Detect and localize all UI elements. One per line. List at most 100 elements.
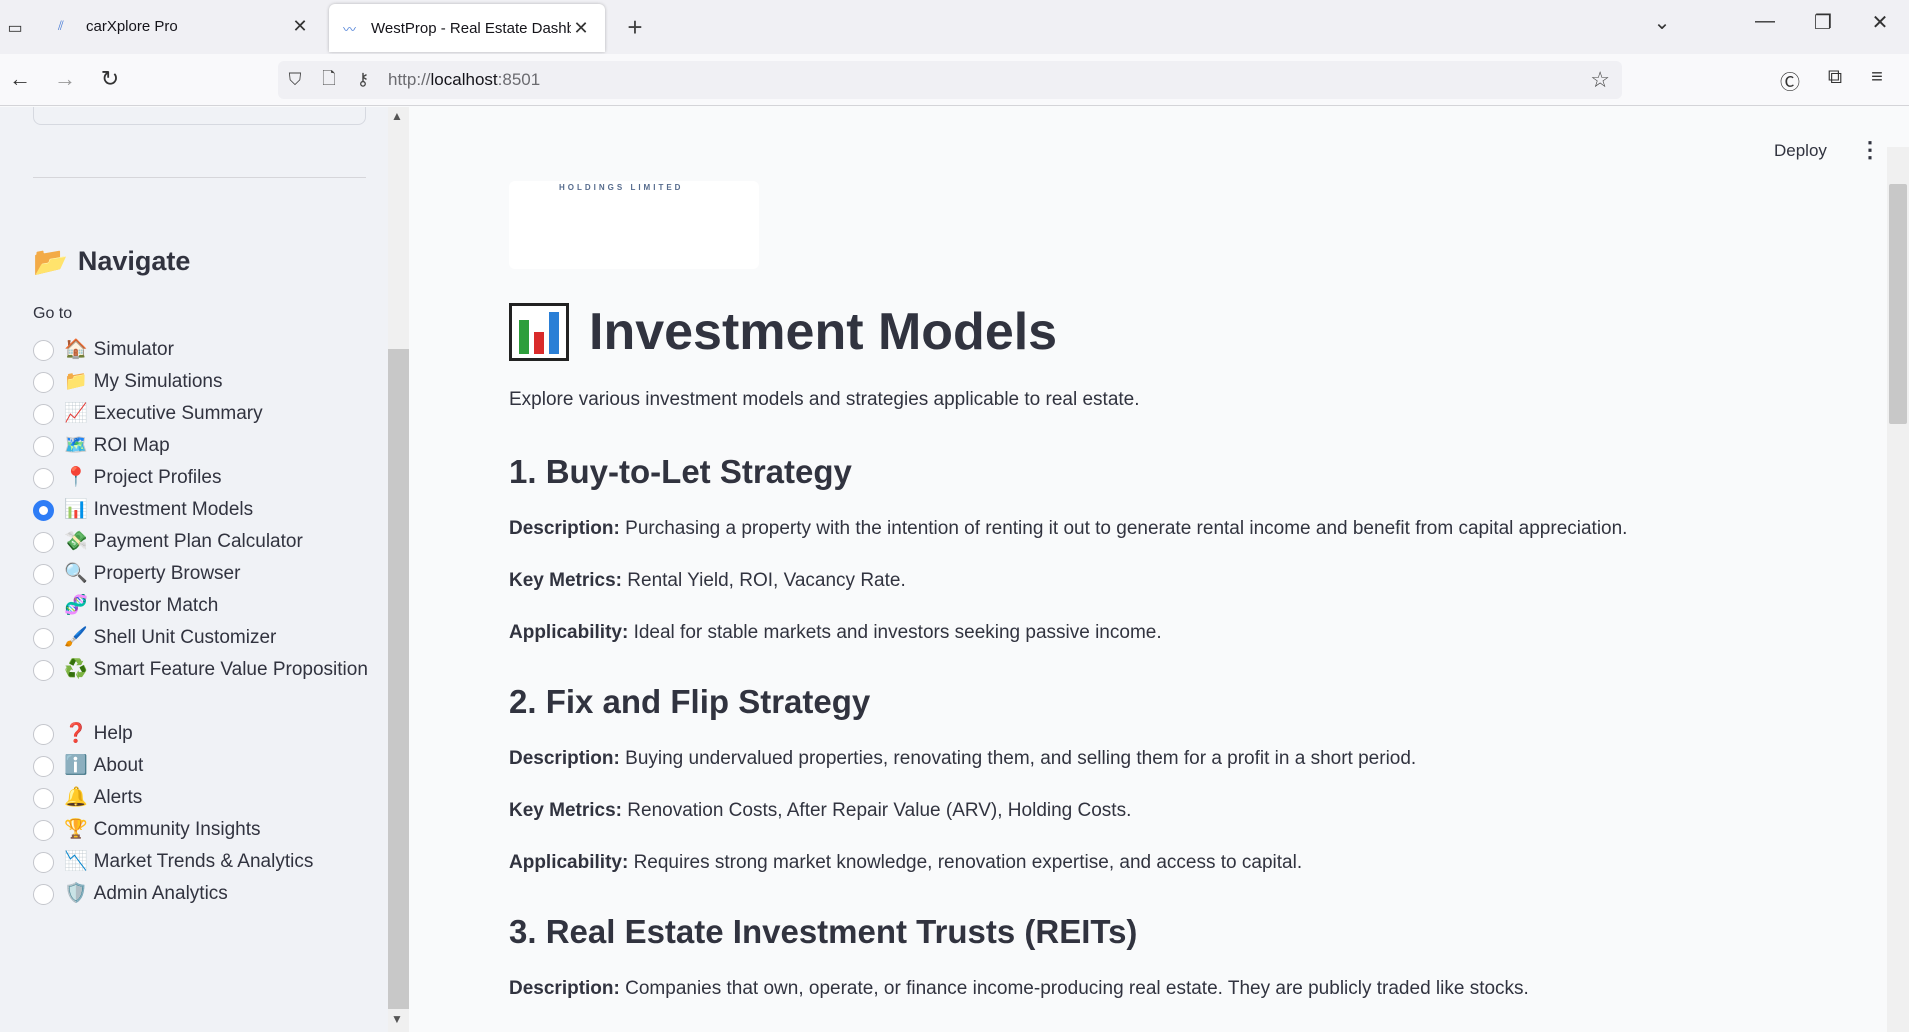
radio-button[interactable] [33, 564, 54, 585]
radio-button[interactable] [33, 628, 54, 649]
key-icon[interactable]: ⚷ [346, 70, 380, 90]
bar-chart-icon [509, 303, 569, 361]
radio-button[interactable] [33, 596, 54, 617]
nav-item-icon: 🧬 [64, 595, 88, 616]
radio-button[interactable] [33, 436, 54, 457]
extensions-icon[interactable]: ⧉ [1820, 66, 1850, 89]
tab-westprop[interactable]: 〰 WestProp - Real Estate Dashboard ✕ [329, 4, 605, 52]
nav-radio-item[interactable]: 🏆 Community Insights [33, 817, 373, 849]
close-window-icon[interactable]: ✕ [1860, 10, 1900, 35]
account-icon[interactable]: Ⓒ [1775, 66, 1805, 95]
nav-item-icon: 🔔 [64, 787, 88, 808]
nav-radio-item[interactable]: 🔔 Alerts [33, 785, 373, 817]
metrics-text: Key Metrics: Renovation Costs, After Rep… [509, 800, 1132, 821]
nav-radio-item[interactable]: 🔍 Property Browser [33, 561, 373, 593]
sidebar-divider [33, 177, 366, 178]
radio-button[interactable] [33, 820, 54, 841]
new-tab-icon[interactable]: + [620, 12, 650, 43]
url-bar[interactable]: ⛉ 🗋 ⚷ http://localhost:8501 ☆ [278, 61, 1622, 99]
url-text[interactable]: http://localhost:8501 [388, 70, 540, 90]
radio-button[interactable] [33, 884, 54, 905]
nav-item-text: Alerts [93, 787, 143, 808]
scrollbar-thumb[interactable] [1889, 184, 1907, 424]
nav-radio-item[interactable]: ℹ️ About [33, 753, 373, 785]
menu-icon[interactable]: ≡ [1862, 66, 1892, 89]
browser-tab-bar: ▭ ⫽ carXplore Pro ✕ 〰 WestProp - Real Es… [0, 0, 1909, 54]
radio-button[interactable] [33, 532, 54, 553]
tab-list-icon[interactable]: ▭ [0, 10, 30, 46]
page-title-text: Investment Models [589, 303, 1058, 361]
more-options-icon[interactable]: ⋮ [1859, 137, 1881, 163]
nav-radio-label: ♻️ Smart Feature Value Proposition [64, 654, 368, 686]
bookmark-star-icon[interactable]: ☆ [1590, 67, 1610, 93]
nav-radio-item[interactable]: ❓ Help [33, 721, 373, 753]
metrics-text: Key Metrics: Rental Yield, ROI, Vacancy … [509, 570, 906, 591]
company-logo: HOLDINGS LIMITED [509, 181, 759, 269]
nav-item-icon: ❓ [64, 723, 88, 744]
radio-button[interactable] [33, 660, 54, 681]
nav-radio-label: ℹ️ About [64, 750, 143, 782]
nav-item-text: Help [93, 723, 133, 744]
nav-radio-label: 🗺️ ROI Map [64, 430, 170, 462]
list-all-tabs-icon[interactable]: ⌄ [1642, 10, 1682, 35]
nav-item-icon: 📊 [64, 499, 88, 520]
nav-radio-item[interactable]: 🧬 Investor Match [33, 593, 373, 625]
scroll-up-icon[interactable]: ▲ [391, 109, 403, 123]
page-icon[interactable]: 🗋 [312, 66, 346, 95]
sidebar-input[interactable] [33, 107, 366, 125]
nav-radio-item[interactable]: 📍 Project Profiles [33, 465, 373, 497]
radio-button[interactable] [33, 756, 54, 777]
nav-radio-item[interactable]: 📉 Market Trends & Analytics [33, 849, 373, 881]
nav-radio-item[interactable]: 🛡️ Admin Analytics [33, 881, 373, 913]
nav-item-icon: ♻️ [64, 659, 88, 680]
page-title: Investment Models [509, 297, 1759, 367]
nav-radio-item[interactable]: ♻️ Smart Feature Value Proposition [33, 657, 373, 721]
restore-icon[interactable]: ❐ [1803, 10, 1843, 35]
tab-close-icon[interactable]: ✕ [290, 16, 310, 37]
reload-icon[interactable]: ↻ [95, 66, 125, 92]
description-text: Description: Buying undervalued properti… [509, 748, 1417, 769]
radio-button[interactable] [33, 404, 54, 425]
nav-radio-label: 📍 Project Profiles [64, 462, 221, 494]
deploy-button[interactable]: Deploy [1774, 141, 1827, 161]
applicability-text: Applicability: Requires strong market kn… [509, 852, 1303, 873]
nav-item-text: Smart Feature Value Proposition [93, 659, 368, 680]
nav-radio-item[interactable]: 🖌️ Shell Unit Customizer [33, 625, 373, 657]
nav-item-text: Admin Analytics [93, 883, 228, 904]
scroll-down-icon[interactable]: ▼ [391, 1012, 403, 1026]
nav-item-text: My Simulations [93, 371, 223, 392]
minimize-icon[interactable]: — [1745, 10, 1785, 33]
nav-radio-item[interactable]: 🗺️ ROI Map [33, 433, 373, 465]
radio-button[interactable] [33, 340, 54, 361]
radio-button[interactable] [33, 468, 54, 489]
sidebar-scrollbar[interactable]: ▲ ▼ [388, 107, 409, 1032]
tab-close-icon[interactable]: ✕ [571, 18, 591, 39]
nav-item-text: Shell Unit Customizer [93, 627, 277, 648]
nav-item-icon: 📈 [64, 403, 88, 424]
nav-radio-label: 📁 My Simulations [64, 366, 223, 398]
radio-button[interactable] [33, 788, 54, 809]
nav-radio-item[interactable]: 🏠 Simulator [33, 337, 373, 369]
nav-item-icon: 🛡️ [64, 883, 88, 904]
sidebar-title: 📂 Navigate [33, 245, 190, 278]
description-text: Description: Companies that own, operate… [509, 978, 1529, 999]
nav-radio-item[interactable]: 📈 Executive Summary [33, 401, 373, 433]
radio-button[interactable] [33, 724, 54, 745]
nav-item-text: Payment Plan Calculator [93, 531, 303, 552]
shield-icon[interactable]: ⛉ [278, 70, 312, 90]
radio-button[interactable] [33, 500, 54, 521]
nav-item-icon: 📉 [64, 851, 88, 872]
nav-radio-item[interactable]: 📁 My Simulations [33, 369, 373, 401]
logo-text: HOLDINGS LIMITED [559, 183, 684, 192]
radio-button[interactable] [33, 852, 54, 873]
nav-item-text: Community Insights [93, 819, 261, 840]
radio-button[interactable] [33, 372, 54, 393]
section-heading: 1. Buy-to-Let Strategy [509, 453, 852, 490]
nav-radio-item[interactable]: 💸 Payment Plan Calculator [33, 529, 373, 561]
nav-radio-item[interactable]: 📊 Investment Models [33, 497, 373, 529]
back-icon[interactable]: ← [5, 66, 35, 92]
tab-carxplore[interactable]: ⫽ carXplore Pro ✕ [44, 0, 324, 52]
forward-icon[interactable]: → [50, 66, 80, 92]
scrollbar-thumb[interactable] [388, 349, 409, 1009]
main-scrollbar[interactable] [1887, 147, 1909, 1032]
